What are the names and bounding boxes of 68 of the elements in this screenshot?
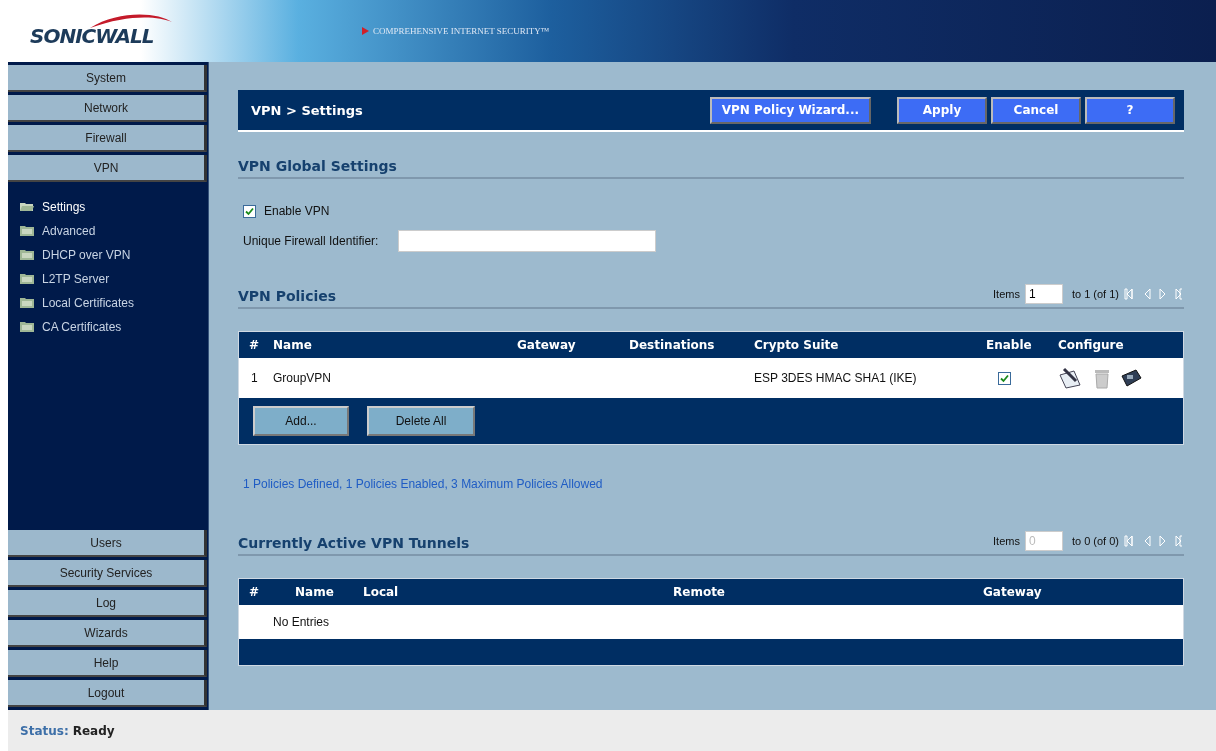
nav-button[interactable]: Security Services bbox=[8, 560, 207, 587]
nav-button[interactable]: Help bbox=[8, 650, 207, 677]
nav-link[interactable]: DHCP over VPN bbox=[20, 246, 208, 263]
open-folder-icon bbox=[20, 201, 34, 212]
nav-link[interactable]: L2TP Server bbox=[20, 270, 208, 287]
toolbar-button[interactable]: VPN Policy Wizard... bbox=[709, 96, 871, 124]
policy-summary: 1 Policies Defined, 1 Policies Enabled, 3 Maximum Policies Allowed bbox=[242, 477, 604, 491]
column-header: Name bbox=[272, 338, 313, 352]
column-header: Remote bbox=[673, 585, 726, 599]
column-header: Gateway bbox=[517, 338, 577, 352]
nav-link[interactable]: Advanced bbox=[20, 222, 208, 239]
field-label: Unique Firewall Identifier: bbox=[243, 234, 379, 248]
check-icon bbox=[245, 206, 254, 216]
nav-button[interactable]: Users bbox=[8, 530, 207, 557]
items-label: Items bbox=[993, 535, 1020, 547]
table-button[interactable]: Delete All bbox=[367, 406, 475, 436]
column-header: # bbox=[248, 338, 261, 352]
nav-button[interactable]: Network bbox=[8, 95, 207, 122]
column-header: Local bbox=[363, 585, 400, 599]
toolbar-button[interactable]: Cancel bbox=[991, 96, 1081, 124]
items-label: Items bbox=[993, 288, 1020, 300]
folder-icon bbox=[20, 249, 34, 260]
nav-link[interactable]: Local Certificates bbox=[20, 294, 208, 311]
checkbox[interactable] bbox=[243, 204, 256, 218]
column-header: Enable bbox=[986, 338, 1033, 352]
page-field[interactable]: 1 bbox=[1024, 284, 1063, 304]
logo: SONICWALL bbox=[30, 24, 154, 48]
column-header: Crypto Suite bbox=[754, 338, 840, 352]
status-label: Status: bbox=[20, 723, 69, 738]
column-header: Gateway bbox=[983, 585, 1043, 599]
range-label: to 1 (of 1) bbox=[1071, 288, 1119, 300]
table-cell-text: GroupVPN bbox=[272, 371, 333, 385]
folder-icon bbox=[20, 321, 34, 332]
check-icon bbox=[1000, 373, 1009, 383]
nav-button[interactable]: Wizards bbox=[8, 620, 207, 647]
table-cell-text: ESP 3DES HMAC SHA1 (IKE) bbox=[754, 371, 918, 385]
table-cell-text: 1 bbox=[250, 371, 259, 385]
nav-link[interactable]: CA Certificates bbox=[20, 318, 208, 335]
checkbox[interactable] bbox=[998, 371, 1011, 385]
table-button[interactable]: Add... bbox=[253, 406, 349, 436]
tagline: COMPREHENSIVE INTERNET SECURITY™ bbox=[373, 26, 550, 36]
folder-icon bbox=[20, 225, 34, 236]
column-header: # bbox=[248, 585, 261, 599]
nav-link[interactable]: Settings bbox=[20, 198, 208, 215]
nav-button[interactable]: System bbox=[8, 65, 207, 92]
range-label: to 0 (of 0) bbox=[1071, 535, 1119, 547]
help-button[interactable]: ? bbox=[1085, 96, 1175, 124]
column-header: Name bbox=[295, 585, 335, 599]
nav-button[interactable]: Logout bbox=[8, 680, 207, 707]
folder-icon bbox=[20, 297, 34, 308]
toolbar-button[interactable]: Apply bbox=[897, 96, 987, 124]
status-value: Ready bbox=[72, 723, 115, 738]
device-icon[interactable] bbox=[1120, 368, 1142, 388]
page-title: VPN > Settings bbox=[251, 102, 364, 118]
folder-icon bbox=[20, 273, 34, 284]
edit-icon[interactable] bbox=[1058, 367, 1084, 389]
checkbox-label: Enable VPN bbox=[264, 204, 330, 218]
section-heading: Currently Active VPN Tunnels bbox=[238, 535, 470, 551]
nav-button[interactable]: VPN bbox=[8, 155, 207, 182]
column-header: Destinations bbox=[629, 338, 716, 352]
identifier-field[interactable] bbox=[398, 230, 657, 252]
section-heading: VPN Policies bbox=[238, 288, 337, 304]
empty-message: No Entries bbox=[272, 615, 331, 629]
column-header: Configure bbox=[1058, 338, 1125, 352]
nav-button[interactable]: Log bbox=[8, 590, 207, 617]
section-heading: VPN Global Settings bbox=[238, 158, 397, 174]
nav-button[interactable]: Firewall bbox=[8, 125, 207, 152]
triangle-icon bbox=[362, 27, 369, 35]
